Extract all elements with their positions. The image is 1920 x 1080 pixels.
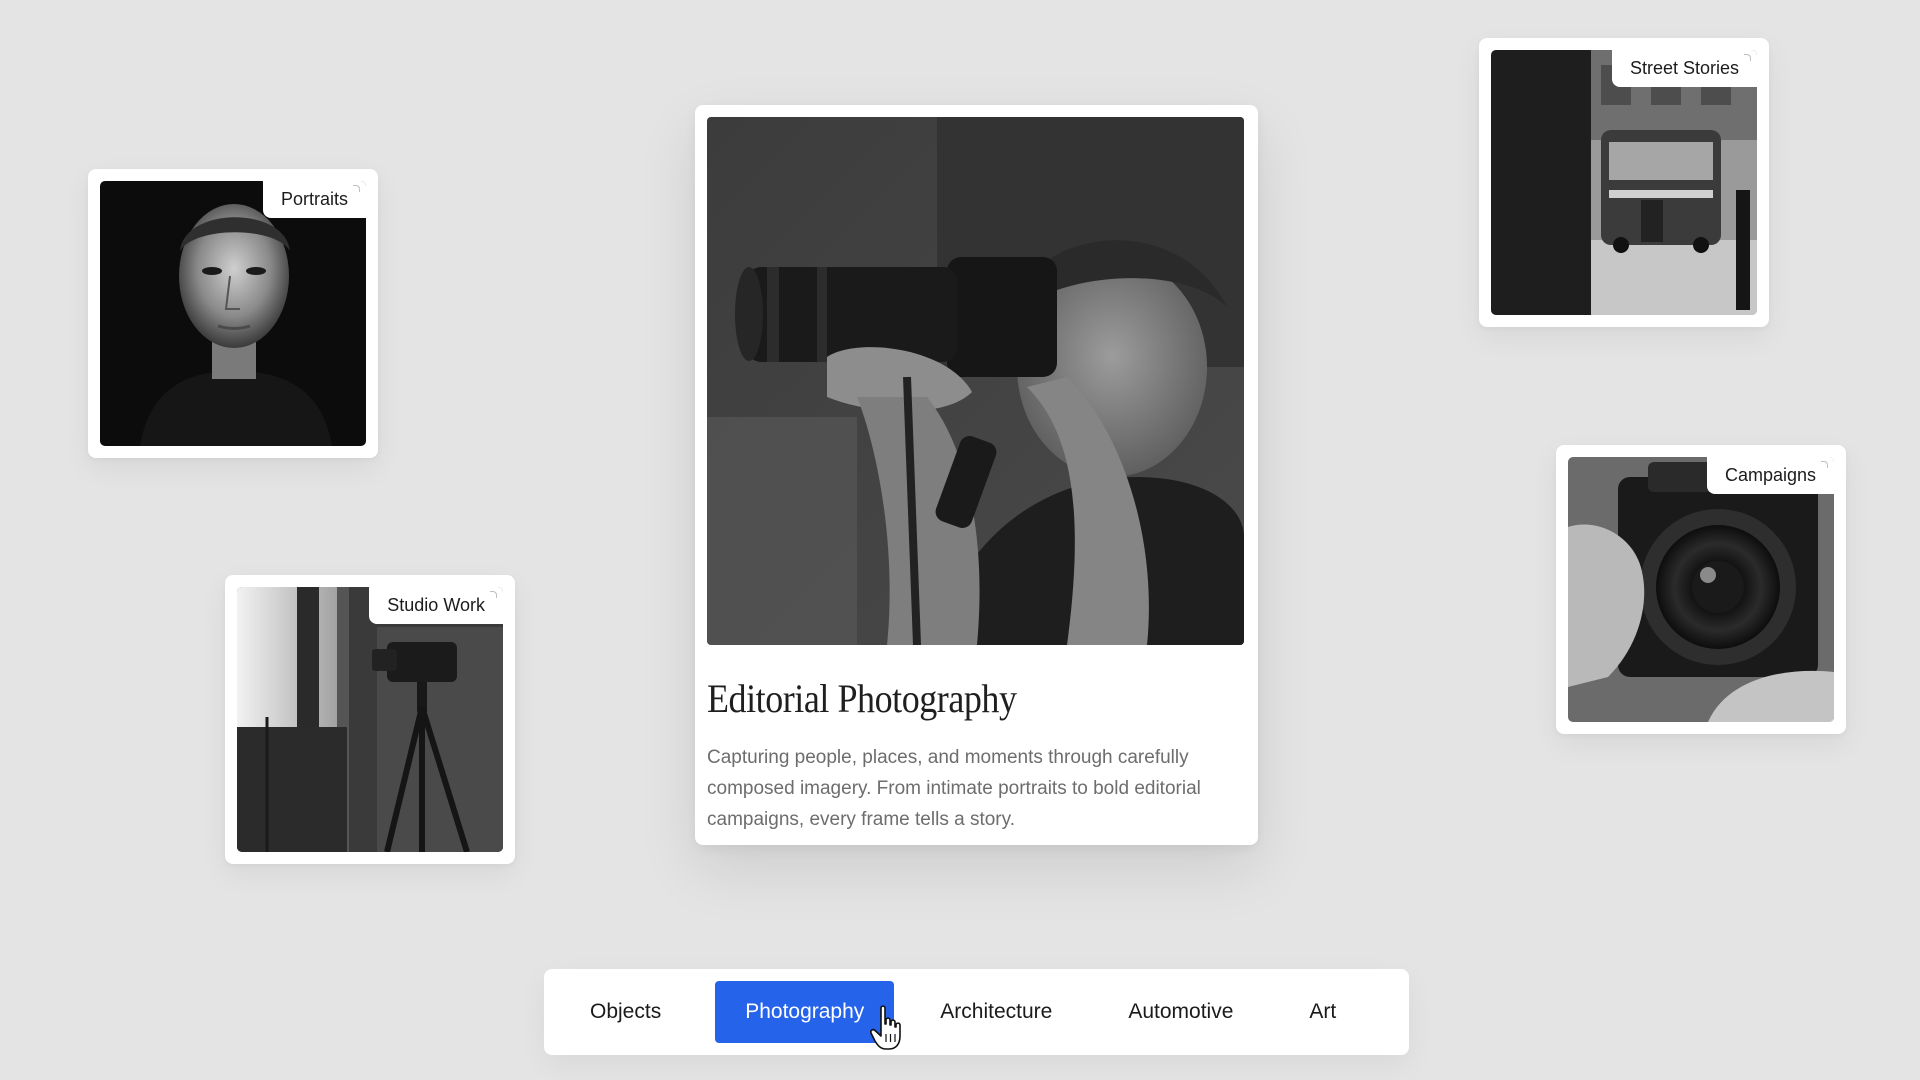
category-nav: Objects Photography Architecture Automot…: [544, 969, 1409, 1055]
portraits-tag: Portraits: [262, 181, 366, 218]
tab-photography[interactable]: Photography: [715, 981, 895, 1043]
corner-mark-icon: [353, 185, 360, 192]
corner-mark-icon: [1821, 461, 1828, 468]
card-street-stories[interactable]: Street Stories: [1479, 38, 1769, 327]
featured-photo: [707, 117, 1244, 645]
gallery-stage: Portraits Studio Work Street Stories Cam…: [0, 0, 1920, 1080]
corner-mark-icon: [490, 591, 497, 598]
tab-architecture[interactable]: Architecture: [910, 981, 1082, 1043]
studio-image: [237, 587, 503, 852]
campaigns-image: [1568, 457, 1834, 722]
tab-art[interactable]: Art: [1279, 981, 1366, 1043]
hand-pointer-icon: [870, 1005, 901, 1050]
street-label: Street Stories: [1629, 58, 1739, 78]
street-image: [1491, 50, 1757, 315]
studio-photo: Studio Work: [237, 587, 503, 852]
card-campaigns[interactable]: Campaigns: [1556, 445, 1846, 734]
portrait-image: [100, 181, 366, 446]
card-portraits[interactable]: Portraits: [88, 169, 378, 458]
featured-card[interactable]: Editorial Photography Capturing people, …: [695, 105, 1258, 845]
street-photo: Street Stories: [1491, 50, 1757, 315]
tab-automotive[interactable]: Automotive: [1098, 981, 1263, 1043]
studio-tag: Studio Work: [369, 587, 503, 624]
portraits-label: Portraits: [280, 189, 348, 209]
campaigns-photo: Campaigns: [1568, 457, 1834, 722]
featured-description: Capturing people, places, and moments th…: [707, 747, 1201, 830]
tab-objects[interactable]: Objects: [560, 981, 691, 1043]
photographer-image: [707, 117, 1244, 645]
featured-title: Editorial Photography: [707, 676, 1017, 721]
corner-mark-icon: [1744, 54, 1751, 61]
campaigns-label: Campaigns: [1724, 465, 1816, 485]
campaigns-tag: Campaigns: [1706, 457, 1834, 494]
card-studio-work[interactable]: Studio Work: [225, 575, 515, 864]
portraits-photo: Portraits: [100, 181, 366, 446]
street-tag: Street Stories: [1611, 50, 1757, 87]
studio-label: Studio Work: [387, 595, 485, 615]
